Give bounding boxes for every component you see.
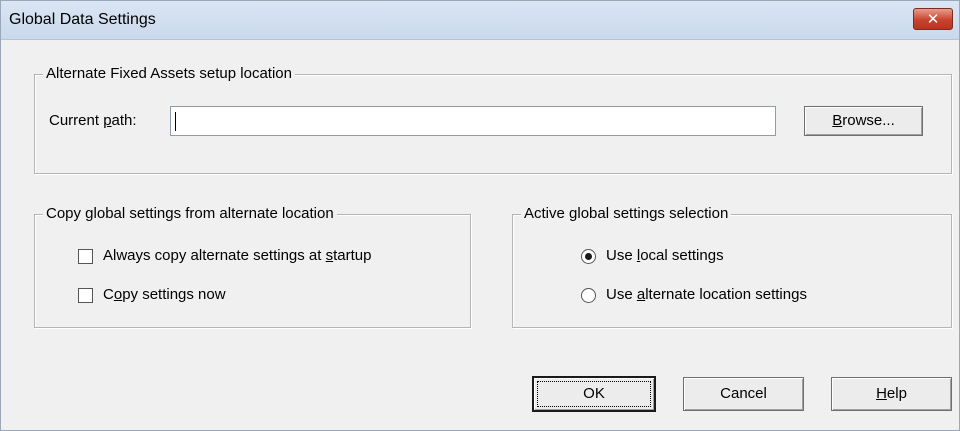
- copy-settings-legend: Copy global settings from alternate loca…: [43, 205, 337, 223]
- copy-now-label[interactable]: Copy settings now: [103, 286, 226, 304]
- help-button[interactable]: Help: [831, 377, 952, 411]
- active-selection-group: Active global settings selection: [512, 205, 952, 328]
- radio-selected-dot: [585, 253, 592, 260]
- copy-settings-group: Copy global settings from alternate loca…: [34, 205, 471, 328]
- dialog-title: Global Data Settings: [9, 11, 156, 28]
- cancel-button[interactable]: Cancel: [683, 377, 804, 411]
- copy-now-checkbox[interactable]: [78, 288, 93, 303]
- always-copy-checkbox[interactable]: [78, 249, 93, 264]
- ok-button[interactable]: OK: [532, 376, 656, 412]
- title-bar[interactable]: Global Data Settings ✕: [1, 1, 959, 40]
- close-icon: ✕: [926, 10, 940, 28]
- browse-button[interactable]: Browse...: [804, 106, 923, 136]
- use-local-radio[interactable]: [581, 249, 596, 264]
- always-copy-label[interactable]: Always copy alternate settings at startu…: [103, 247, 371, 265]
- active-selection-legend: Active global settings selection: [521, 205, 732, 223]
- use-local-label[interactable]: Use local settings: [606, 247, 724, 265]
- use-alternate-radio[interactable]: [581, 288, 596, 303]
- current-path-label: Current path:: [49, 112, 137, 129]
- close-button[interactable]: ✕: [913, 8, 953, 30]
- use-alternate-label[interactable]: Use alternate location settings: [606, 286, 807, 304]
- setup-location-legend: Alternate Fixed Assets setup location: [43, 65, 295, 83]
- global-data-settings-dialog: Global Data Settings ✕ Alternate Fixed A…: [0, 0, 960, 431]
- text-caret: [175, 112, 176, 131]
- current-path-input[interactable]: [170, 106, 776, 136]
- focus-rectangle: [537, 381, 651, 407]
